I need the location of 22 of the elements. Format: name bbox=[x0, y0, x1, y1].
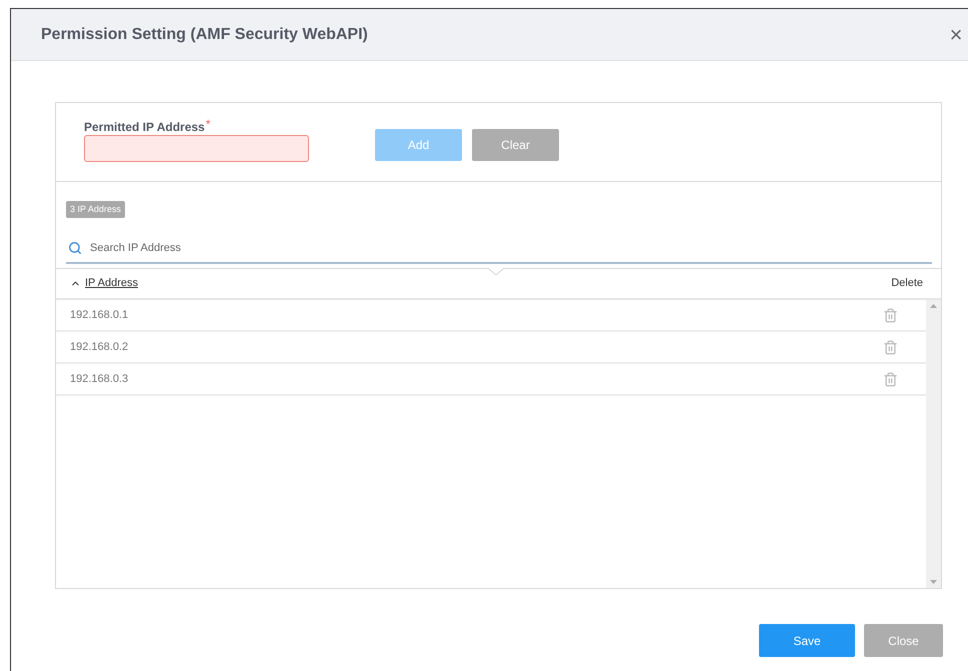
dialog-title: Permission Setting (AMF Security WebAPI) bbox=[41, 24, 368, 44]
trash-icon[interactable] bbox=[883, 308, 898, 322]
count-badge: 3 IP Address bbox=[66, 201, 125, 218]
scrollbar[interactable] bbox=[926, 300, 941, 588]
secondary-button[interactable]: Close bbox=[864, 624, 943, 657]
ip-address-cell-text: 192.168.0.3 bbox=[70, 372, 128, 387]
scroll-down-icon[interactable] bbox=[930, 580, 937, 584]
primary-button[interactable]: Save bbox=[759, 624, 855, 657]
trash-icon[interactable] bbox=[883, 340, 898, 354]
search-field[interactable]: Search IP Address bbox=[90, 240, 932, 256]
required-mark: * bbox=[206, 118, 210, 130]
ip-address-cell-text: 192.168.0.2 bbox=[70, 340, 128, 355]
sort-header[interactable]: IP Address bbox=[70, 275, 138, 292]
field-label: Permitted IP Address bbox=[84, 119, 205, 136]
ip-input-field[interactable] bbox=[84, 135, 309, 162]
column-header: Delete bbox=[891, 276, 923, 292]
scroll-up-icon[interactable] bbox=[930, 304, 937, 308]
secondary-button[interactable]: Clear bbox=[472, 129, 559, 161]
search-icon bbox=[68, 241, 82, 255]
ip-address-cell-text: 192.168.0.1 bbox=[70, 308, 128, 323]
trash-icon[interactable] bbox=[883, 372, 898, 386]
close-button[interactable]: × bbox=[946, 24, 966, 46]
